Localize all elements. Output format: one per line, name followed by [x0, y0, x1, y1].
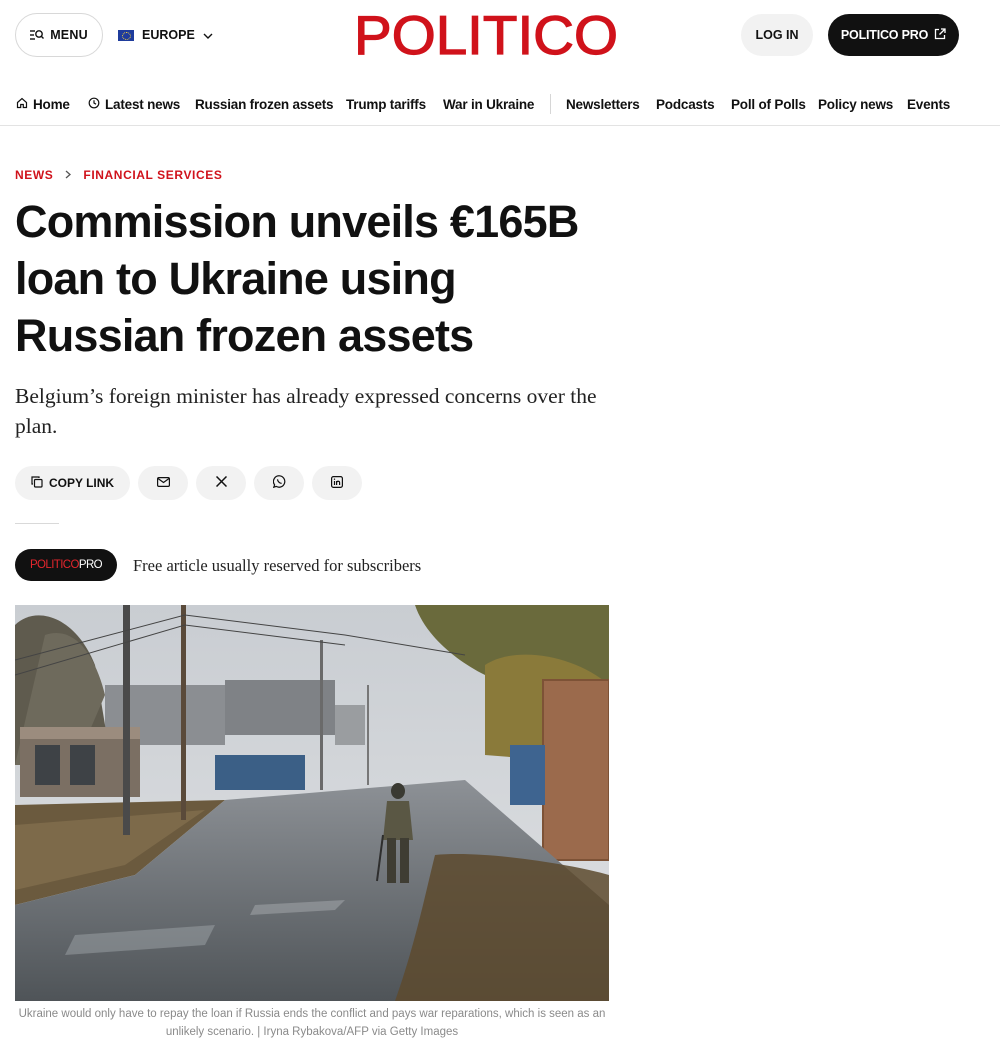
external-link-icon	[934, 27, 946, 43]
nav-item-events[interactable]: Events	[907, 94, 950, 114]
nav-item-war-in-ukraine[interactable]: War in Ukraine	[443, 94, 534, 114]
divider	[15, 523, 59, 524]
whatsapp-icon	[272, 475, 286, 491]
politico-pro-button[interactable]: POLITICO PRO	[828, 14, 959, 56]
article-headline: Commission unveils €165B loan to Ukraine…	[15, 196, 579, 361]
nav-item-poll-of-polls[interactable]: Poll of Polls	[731, 94, 806, 114]
pro-note: Free article usually reserved for subscr…	[133, 556, 422, 575]
nav-label: Podcasts	[656, 96, 715, 112]
copy-link-button[interactable]: COPY LINK	[15, 466, 130, 500]
logo-text: POLITICO	[354, 7, 618, 63]
login-button[interactable]: LOG IN	[741, 14, 813, 56]
breadcrumb-news[interactable]: NEWS	[15, 168, 53, 182]
nav-item-podcasts[interactable]: Podcasts	[656, 94, 715, 114]
nav-label: Latest news	[105, 96, 181, 112]
nav-label: Trump tariffs	[346, 96, 426, 112]
article-dek: Belgium’s foreign minister has already e…	[15, 384, 597, 438]
email-icon	[156, 476, 170, 490]
nav-item-trump-tariffs[interactable]: Trump tariffs	[346, 94, 426, 114]
breadcrumb: NEWS FINANCIAL SERVICES	[15, 167, 222, 183]
nav-label: Home	[33, 96, 70, 112]
photo-illustration	[15, 605, 609, 1001]
nav-label: Policy news	[818, 96, 894, 112]
nav-label: Events	[907, 96, 951, 112]
main-nav: Home Latest news Russian frozen assets T…	[0, 84, 1000, 126]
whatsapp-share-button[interactable]	[254, 466, 304, 500]
clock-icon	[88, 97, 100, 112]
article-photo	[15, 605, 609, 1001]
chevron-down-icon	[203, 28, 213, 42]
nav-label: Newsletters	[566, 96, 640, 112]
nav-item-russian-frozen-assets[interactable]: Russian frozen assets	[195, 94, 334, 114]
politico-pro-badge: POLITICO PRO	[15, 549, 117, 581]
nav-label: Russian frozen assets	[195, 96, 334, 112]
menu-label: MENU	[50, 28, 88, 42]
photo-caption: Ukraine would only have to repay the loa…	[18, 1008, 606, 1038]
login-label: LOG IN	[755, 28, 799, 42]
linkedin-icon	[331, 475, 344, 491]
nav-item-newsletters[interactable]: Newsletters	[566, 94, 640, 114]
x-share-button[interactable]	[196, 466, 246, 500]
chevron-right-icon	[65, 168, 72, 182]
edition-label: EUROPE	[142, 28, 195, 42]
edition-selector[interactable]: EUROPE	[118, 26, 213, 44]
politico-logo[interactable]: POLITICO	[352, 3, 620, 66]
nav-item-policy-news[interactable]: Policy news	[818, 94, 893, 114]
menu-button[interactable]: MENU	[15, 13, 103, 57]
pro-badge-part1: POLITICO	[29, 559, 79, 571]
nav-label: War in Ukraine	[443, 96, 535, 112]
eu-flag-icon	[118, 29, 134, 41]
menu-search-icon	[30, 29, 45, 41]
x-icon	[215, 475, 227, 490]
nav-label: Poll of Polls	[731, 96, 806, 112]
nav-item-home[interactable]: Home	[16, 94, 70, 114]
breadcrumb-financial-services[interactable]: FINANCIAL SERVICES	[83, 168, 222, 182]
home-icon	[16, 97, 28, 112]
nav-divider	[550, 94, 551, 114]
nav-item-latest-news[interactable]: Latest news	[88, 94, 180, 114]
copy-link-label: COPY LINK	[48, 476, 115, 490]
pro-badge-part2: PRO	[78, 559, 103, 571]
email-share-button[interactable]	[138, 466, 188, 500]
top-bar: MENU EUROPE POLITICO LOG IN POLITICO PRO	[0, 0, 1000, 72]
copy-link-icon	[31, 475, 43, 491]
politico-pro-label: POLITICO PRO	[840, 28, 929, 42]
linkedin-share-button[interactable]	[312, 466, 362, 500]
